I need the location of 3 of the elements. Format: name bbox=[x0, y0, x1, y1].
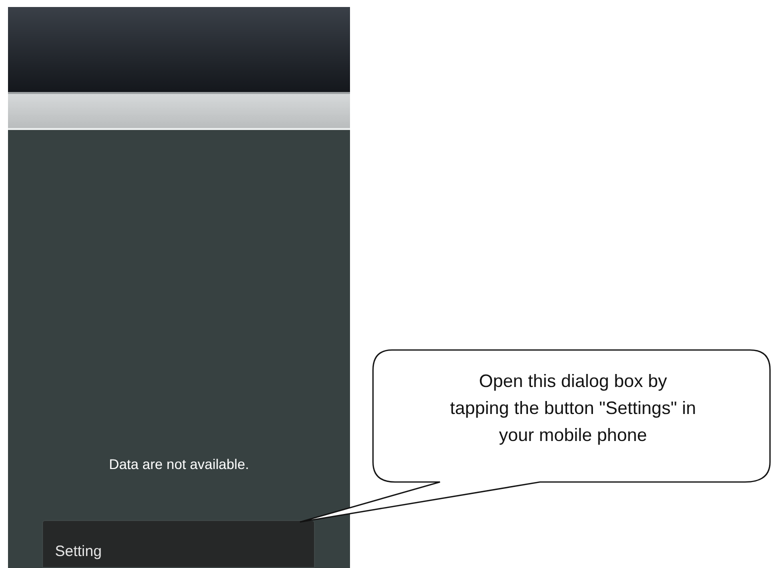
callout-text: Open this dialog box by tapping the button "Settings" in your mobile phone bbox=[449, 370, 697, 447]
status-message: Data are not available. bbox=[108, 455, 250, 474]
menu-item[interactable]: Setting bbox=[43, 521, 314, 564]
